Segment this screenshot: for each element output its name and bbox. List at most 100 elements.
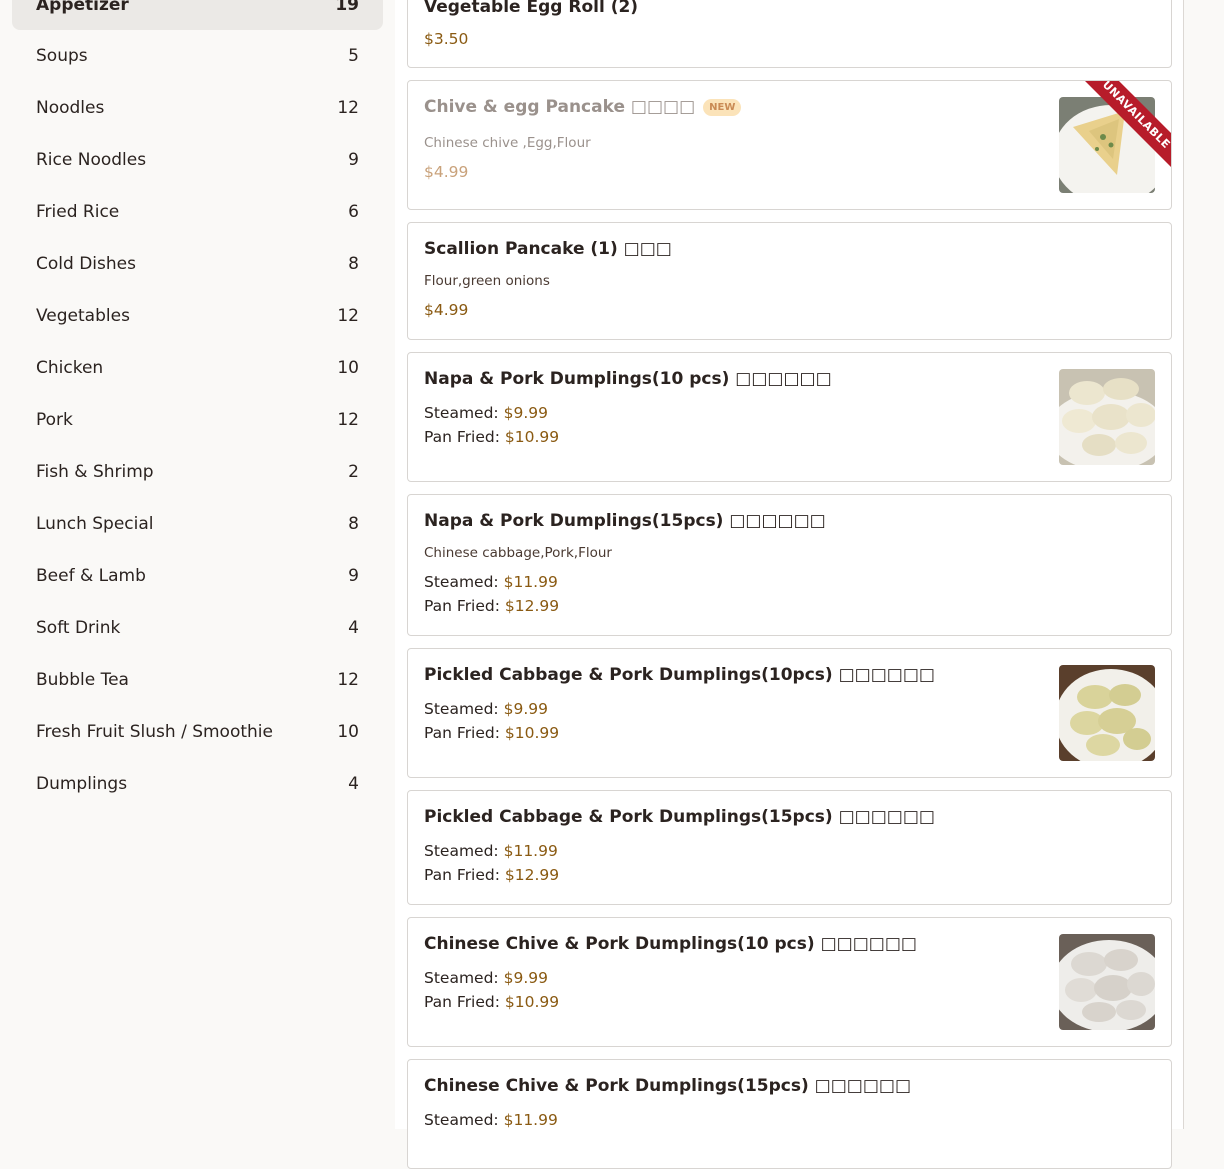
pan-fried-label: Pan Fried: [424, 866, 500, 884]
category-label: Lunch Special [36, 514, 154, 534]
menu-item-card[interactable]: Vegetable Egg Roll (2) $3.50 [407, 0, 1172, 68]
category-item-bubble-tea[interactable]: Bubble Tea 12 [12, 655, 383, 705]
category-label: Noodles [36, 98, 105, 118]
pan-fried-label: Pan Fried: [424, 597, 500, 615]
steamed-price: $9.99 [503, 404, 548, 422]
category-count: 4 [348, 618, 359, 638]
pan-fried-price-line: Pan Fried: $10.99 [424, 993, 559, 1011]
category-count: 8 [348, 514, 359, 534]
category-count: 12 [337, 98, 359, 118]
item-title-text: Chive & egg Pancake □□□□ [424, 97, 696, 117]
category-count: 6 [348, 202, 359, 222]
steamed-price-line: Steamed: $9.99 [424, 969, 548, 987]
category-label: Rice Noodles [36, 150, 147, 170]
category-item-appetizer[interactable]: Appetizer 19 [12, 0, 383, 30]
category-item-pork[interactable]: Pork 12 [12, 395, 383, 445]
category-count: 5 [348, 46, 359, 66]
category-item-soft-drink[interactable]: Soft Drink 4 [12, 603, 383, 653]
item-price: $4.99 [424, 163, 469, 181]
category-count: 2 [348, 462, 359, 482]
steamed-label: Steamed: [424, 842, 499, 860]
menu-item-card[interactable]: Scallion Pancake (1) □□□ Flour,green oni… [407, 222, 1172, 340]
steamed-price: $11.99 [503, 1111, 558, 1129]
category-count: 8 [348, 254, 359, 274]
category-count: 9 [348, 150, 359, 170]
category-item-cold-dishes[interactable]: Cold Dishes 8 [12, 239, 383, 289]
category-item-fried-rice[interactable]: Fried Rice 6 [12, 187, 383, 237]
pan-fried-label: Pan Fried: [424, 993, 500, 1011]
item-title: Pickled Cabbage & Pork Dumplings(15pcs) … [424, 807, 935, 827]
category-count: 4 [348, 774, 359, 794]
item-description: Chinese chive ,Egg,Flour [424, 135, 591, 151]
category-item-beef-lamb[interactable]: Beef & Lamb 9 [12, 551, 383, 601]
category-count: 12 [337, 306, 359, 326]
menu-item-card[interactable]: Pickled Cabbage & Pork Dumplings(15pcs) … [407, 790, 1172, 905]
steamed-price-line: Steamed: $11.99 [424, 1111, 558, 1129]
steamed-price-line: Steamed: $9.99 [424, 700, 548, 718]
menu-item-card[interactable]: Chinese Chive & Pork Dumplings(10 pcs) □… [407, 917, 1172, 1047]
item-description: Flour,green onions [424, 273, 550, 289]
menu-item-card[interactable]: Napa & Pork Dumplings(15pcs) □□□□□□ Chin… [407, 494, 1172, 636]
category-count: 9 [348, 566, 359, 586]
pan-fried-price-line: Pan Fried: $12.99 [424, 866, 559, 884]
category-count: 12 [337, 410, 359, 430]
menu-item-card[interactable]: Chinese Chive & Pork Dumplings(15pcs) □□… [407, 1059, 1172, 1169]
category-item-chicken[interactable]: Chicken 10 [12, 343, 383, 393]
item-photo [1059, 665, 1155, 761]
pan-fried-price-line: Pan Fried: $10.99 [424, 428, 559, 446]
category-label: Dumplings [36, 774, 128, 794]
dumplings-photo-icon [1059, 369, 1155, 465]
category-label: Vegetables [36, 306, 130, 326]
item-title: Pickled Cabbage & Pork Dumplings(10pcs) … [424, 665, 935, 685]
item-title: Scallion Pancake (1) □□□ [424, 239, 672, 259]
item-title: Chinese Chive & Pork Dumplings(15pcs) □□… [424, 1076, 912, 1096]
item-photo [1059, 369, 1155, 465]
item-title: Vegetable Egg Roll (2) [424, 0, 639, 17]
category-label: Soft Drink [36, 618, 121, 638]
steamed-label: Steamed: [424, 573, 499, 591]
category-item-soups[interactable]: Soups 5 [12, 31, 383, 81]
steamed-price: $11.99 [503, 573, 558, 591]
category-item-dumplings[interactable]: Dumplings 4 [12, 759, 383, 809]
category-item-fish-shrimp[interactable]: Fish & Shrimp 2 [12, 447, 383, 497]
category-item-noodles[interactable]: Noodles 12 [12, 83, 383, 133]
category-label: Pork [36, 410, 73, 430]
item-price: $4.99 [424, 301, 469, 319]
item-price: $3.50 [424, 30, 469, 48]
category-item-vegetables[interactable]: Vegetables 12 [12, 291, 383, 341]
item-title: Napa & Pork Dumplings(15pcs) □□□□□□ [424, 511, 826, 531]
steamed-price-line: Steamed: $11.99 [424, 573, 558, 591]
pan-fried-price: $10.99 [504, 428, 560, 446]
category-item-fruit-slush[interactable]: Fresh Fruit Slush / Smoothie 10 [12, 707, 383, 757]
category-item-lunch-special[interactable]: Lunch Special 8 [12, 499, 383, 549]
pan-fried-price: $12.99 [504, 866, 560, 884]
pan-fried-price: $12.99 [504, 597, 560, 615]
category-label: Fresh Fruit Slush / Smoothie [36, 722, 273, 742]
pan-fried-price-line: Pan Fried: $12.99 [424, 597, 559, 615]
menu-item-card[interactable]: Pickled Cabbage & Pork Dumplings(10pcs) … [407, 648, 1172, 778]
steamed-price: $9.99 [503, 969, 548, 987]
pan-fried-label: Pan Fried: [424, 428, 500, 446]
dumplings-photo-icon [1059, 665, 1155, 761]
category-label: Beef & Lamb [36, 566, 146, 586]
item-photo [1059, 934, 1155, 1030]
item-title: Chive & egg Pancake □□□□ NEW [424, 97, 742, 117]
category-label: Chicken [36, 358, 104, 378]
new-badge: NEW [703, 99, 742, 116]
category-label: Fried Rice [36, 202, 120, 222]
category-count: 19 [335, 0, 359, 15]
category-count: 12 [337, 670, 359, 690]
pan-fried-price: $10.99 [504, 993, 560, 1011]
menu-item-card[interactable]: Chive & egg Pancake □□□□ NEW Chinese chiv… [407, 80, 1172, 210]
dumplings-photo-icon [1059, 934, 1155, 1030]
steamed-price-line: Steamed: $9.99 [424, 404, 548, 422]
menu-item-card[interactable]: Napa & Pork Dumplings(10 pcs) □□□□□□ Ste… [407, 352, 1172, 482]
steamed-label: Steamed: [424, 700, 499, 718]
category-label: Appetizer [36, 0, 129, 15]
category-item-rice-noodles[interactable]: Rice Noodles 9 [12, 135, 383, 185]
category-label: Bubble Tea [36, 670, 129, 690]
steamed-price-line: Steamed: $11.99 [424, 842, 558, 860]
item-description: Chinese cabbage,Pork,Flour [424, 545, 612, 561]
pan-fried-label: Pan Fried: [424, 724, 500, 742]
pan-fried-price: $10.99 [504, 724, 560, 742]
